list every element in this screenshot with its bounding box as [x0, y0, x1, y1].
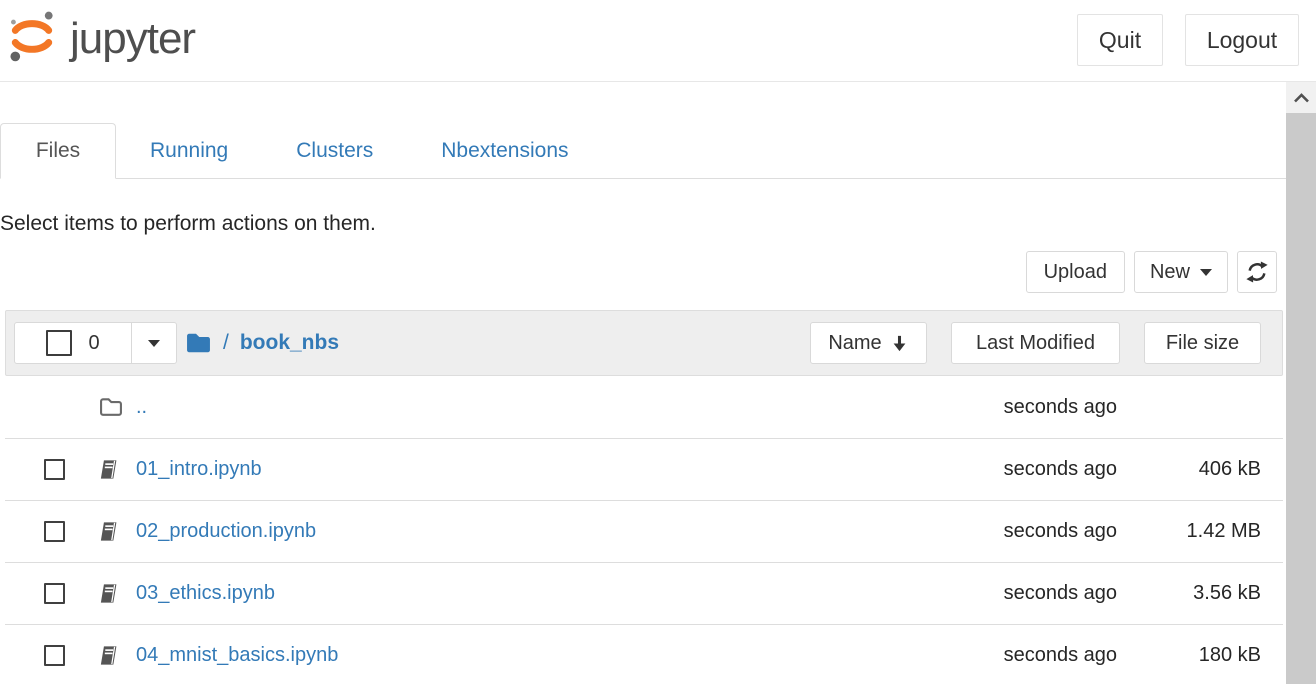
notebook-file-link[interactable]: 01_intro.ipynb [136, 458, 262, 481]
arrow-down-icon [890, 334, 909, 353]
logout-button[interactable]: Logout [1185, 14, 1299, 66]
row-checkbox[interactable] [44, 645, 65, 666]
modified-time: seconds ago [1004, 582, 1117, 605]
folder-outline-icon [98, 396, 124, 419]
scrollbar-up-button[interactable] [1286, 82, 1316, 113]
sort-by-name-button[interactable]: Name [810, 322, 927, 364]
checkbox-slot [44, 645, 98, 666]
sort-name-label: Name [828, 332, 881, 355]
modified-time: seconds ago [1004, 644, 1117, 667]
caret-down-icon [1200, 269, 1212, 276]
checkbox-slot [44, 459, 98, 480]
row-checkbox[interactable] [44, 459, 65, 480]
tab-bar: Files Running Clusters Nbextensions [0, 123, 1286, 179]
notebook-file-link[interactable]: 02_production.ipynb [136, 520, 316, 543]
file-list-header: 0 / book_nbs Name Last Modified File siz… [5, 310, 1283, 376]
select-all-button[interactable]: 0 [14, 322, 132, 364]
parent-folder-link[interactable]: .. [136, 396, 147, 419]
breadcrumb: / book_nbs [185, 331, 339, 355]
refresh-button[interactable] [1237, 251, 1277, 293]
tab-running[interactable]: Running [116, 123, 262, 178]
select-all-button-group: 0 [14, 322, 177, 364]
table-row-notebook: 04_mnist_basics.ipynb seconds ago 180 kB [5, 624, 1283, 686]
breadcrumb-separator: / [223, 331, 229, 355]
new-dropdown-label: New [1150, 261, 1190, 284]
file-size: 1.42 MB [1117, 520, 1261, 543]
table-row-notebook: 03_ethics.ipynb seconds ago 3.56 kB [5, 562, 1283, 624]
modified-time: seconds ago [1004, 458, 1117, 481]
sort-by-modified-button[interactable]: Last Modified [951, 322, 1120, 364]
folder-icon[interactable] [185, 331, 212, 355]
notebook-icon [98, 644, 124, 667]
checkbox-slot [44, 583, 98, 604]
select-items-notice: Select items to perform actions on them. [0, 212, 1286, 236]
row-checkbox[interactable] [44, 583, 65, 604]
file-size: 3.56 kB [1117, 582, 1261, 605]
vertical-scrollbar[interactable] [1286, 82, 1316, 684]
jupyter-logo[interactable]: jupyter [6, 7, 195, 70]
modified-time: seconds ago [1004, 396, 1117, 419]
scrollbar-thumb[interactable] [1286, 113, 1316, 684]
select-all-checkbox[interactable] [46, 330, 72, 356]
chevron-up-icon [1293, 93, 1310, 103]
app-header: jupyter Quit Logout [0, 0, 1316, 82]
tab-files[interactable]: Files [0, 123, 116, 179]
sort-by-size-button[interactable]: File size [1144, 322, 1261, 364]
file-size: 406 kB [1117, 458, 1261, 481]
jupyter-logo-icon [6, 7, 58, 70]
notebook-icon [98, 458, 124, 481]
tab-clusters[interactable]: Clusters [262, 123, 407, 178]
file-size: 180 kB [1117, 644, 1261, 667]
table-row-notebook: 02_production.ipynb seconds ago 1.42 MB [5, 500, 1283, 562]
caret-down-icon [148, 340, 160, 347]
checkbox-slot [44, 521, 98, 542]
jupyter-logo-text: jupyter [70, 14, 195, 64]
quit-button[interactable]: Quit [1077, 14, 1163, 66]
action-toolbar: Upload New [0, 251, 1286, 293]
sort-buttons: Name Last Modified File size [810, 322, 1261, 364]
modified-time: seconds ago [1004, 520, 1117, 543]
notebook-icon [98, 520, 124, 543]
row-checkbox[interactable] [44, 521, 65, 542]
breadcrumb-current-folder[interactable]: book_nbs [240, 331, 339, 355]
file-list: .. seconds ago 01_intro.ipynb seconds ag… [5, 376, 1283, 686]
tab-nbextensions[interactable]: Nbextensions [407, 123, 602, 178]
main-content: Files Running Clusters Nbextensions Sele… [0, 82, 1286, 686]
upload-button[interactable]: Upload [1026, 251, 1125, 293]
new-dropdown-button[interactable]: New [1134, 251, 1228, 293]
selected-count: 0 [88, 332, 99, 355]
refresh-icon [1246, 261, 1268, 283]
table-row-parent-folder: .. seconds ago [5, 376, 1283, 438]
select-filter-dropdown-button[interactable] [131, 322, 177, 364]
table-row-notebook: 01_intro.ipynb seconds ago 406 kB [5, 438, 1283, 500]
notebook-file-link[interactable]: 03_ethics.ipynb [136, 582, 275, 605]
notebook-icon [98, 582, 124, 605]
notebook-file-link[interactable]: 04_mnist_basics.ipynb [136, 644, 338, 667]
